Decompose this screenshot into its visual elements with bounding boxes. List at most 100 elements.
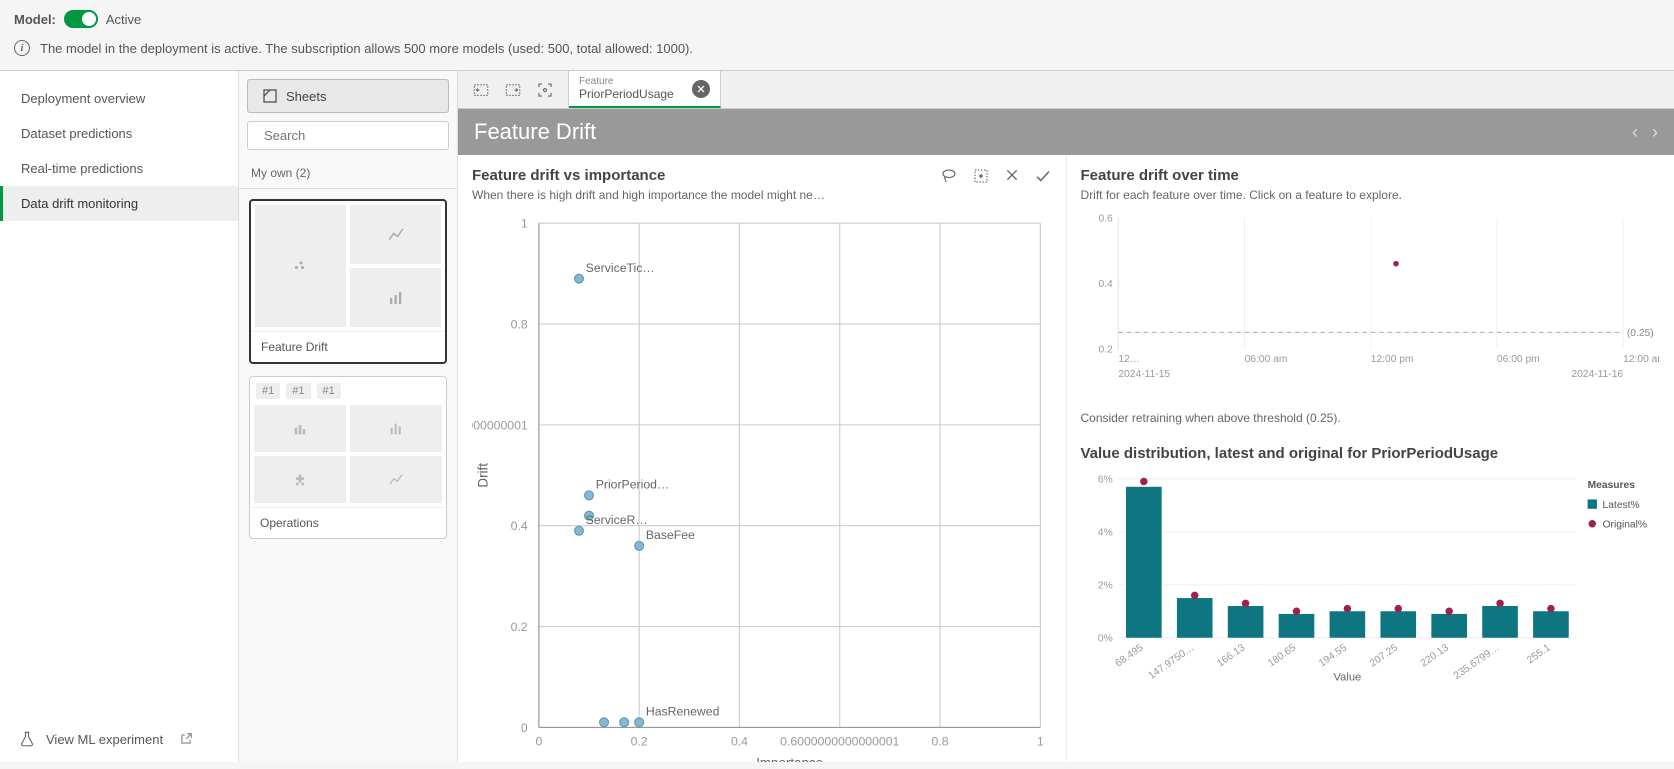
my-own-label: My own (2)	[239, 158, 457, 189]
model-label: Model:	[14, 12, 56, 27]
svg-text:PriorPeriod…: PriorPeriod…	[596, 478, 670, 492]
content-area: Feature PriorPeriodUsage Feature Drift ‹…	[458, 71, 1674, 762]
select-icon[interactable]	[972, 167, 990, 190]
svg-text:Original%: Original%	[1602, 519, 1647, 530]
svg-text:207.25: 207.25	[1367, 642, 1399, 669]
svg-text:0.6: 0.6	[1098, 214, 1113, 225]
info-icon: i	[14, 40, 30, 56]
tab-value: PriorPeriodUsage	[579, 87, 674, 101]
confirm-icon[interactable]	[1034, 167, 1052, 190]
svg-text:12:00 pm: 12:00 pm	[1370, 354, 1413, 365]
svg-text:Drift: Drift	[476, 463, 491, 488]
svg-text:Value: Value	[1333, 672, 1361, 684]
thumb-cell-scatter	[255, 205, 346, 327]
svg-text:Measures: Measures	[1587, 480, 1635, 491]
search-input[interactable]	[264, 128, 440, 143]
svg-text:255.1: 255.1	[1525, 642, 1553, 666]
svg-text:BaseFee: BaseFee	[646, 528, 695, 542]
svg-text:0.6000000000000001: 0.6000000000000001	[780, 734, 899, 748]
svg-text:ServiceR…: ServiceR…	[586, 513, 648, 527]
feature-tab[interactable]: Feature PriorPeriodUsage	[569, 71, 721, 108]
page-title: Feature Drift	[474, 119, 596, 145]
svg-text:06:00 am: 06:00 am	[1244, 354, 1287, 365]
nav-deployment-overview[interactable]: Deployment overview	[0, 81, 238, 116]
svg-text:0.4: 0.4	[731, 734, 748, 748]
info-message: The model in the deployment is active. T…	[40, 41, 693, 56]
svg-text:166.13: 166.13	[1215, 642, 1247, 669]
svg-text:4%: 4%	[1097, 528, 1112, 539]
thumb-tags: #1 #1 #1	[254, 381, 442, 401]
left-chart-subtitle: When there is high drift and high import…	[472, 188, 825, 202]
svg-text:06:00 pm: 06:00 pm	[1496, 354, 1539, 365]
scatter-plot[interactable]: 000.20.20.40.40.60000000000000010.600000…	[472, 212, 1052, 762]
left-nav: Deployment overview Dataset predictions …	[0, 71, 238, 762]
nav-real-time-predictions[interactable]: Real-time predictions	[0, 151, 238, 186]
prev-button[interactable]: ‹	[1632, 122, 1638, 143]
svg-text:(0.25): (0.25)	[1626, 328, 1653, 339]
view-ml-experiment-link[interactable]: View ML experiment	[0, 716, 238, 762]
svg-text:12…: 12…	[1118, 354, 1140, 365]
sheet-thumb-operations[interactable]: #1 #1 #1 Operations	[249, 376, 447, 539]
thumb-cell-line	[350, 205, 441, 264]
tab-close-button[interactable]	[692, 80, 710, 98]
collapse-icon[interactable]	[472, 81, 490, 99]
retrain-note: Consider retraining when above threshold…	[1081, 411, 1661, 425]
svg-text:0.4: 0.4	[1098, 279, 1113, 290]
svg-text:194.55: 194.55	[1317, 642, 1349, 669]
title-bar: Feature Drift ‹ ›	[458, 109, 1674, 155]
svg-text:0: 0	[521, 721, 528, 735]
svg-text:0.2: 0.2	[511, 620, 528, 634]
svg-text:0%: 0%	[1097, 633, 1112, 644]
right-chart-title: Feature drift over time	[1081, 167, 1661, 184]
focus-icon[interactable]	[536, 81, 554, 99]
dist-chart-title: Value distribution, latest and original …	[1081, 445, 1661, 462]
right-chart-subtitle: Drift for each feature over time. Click …	[1081, 188, 1661, 202]
svg-text:0.2: 0.2	[1098, 344, 1113, 355]
thumb-cell-bar	[350, 268, 441, 327]
svg-text:0.2: 0.2	[631, 734, 648, 748]
svg-text:1: 1	[1037, 734, 1044, 748]
svg-text:Latest%: Latest%	[1602, 500, 1639, 511]
external-link-icon	[179, 732, 193, 746]
tab-small-label: Feature	[579, 76, 674, 87]
svg-text:HasRenewed: HasRenewed	[646, 705, 720, 719]
chart-toolbar	[940, 167, 1052, 190]
sheet-thumb-feature-drift[interactable]: Feature Drift	[249, 199, 447, 364]
svg-text:0.8: 0.8	[511, 317, 528, 331]
time-chart[interactable]: 0.2 0.4 0.6 12… 06:00 am 12:00 pm 06:00 pm 12:0…	[1081, 202, 1661, 405]
svg-text:Importance: Importance	[756, 756, 823, 762]
lasso-icon[interactable]	[940, 167, 958, 190]
sheet-thumb-label: Feature Drift	[251, 331, 445, 362]
svg-text:147.9750…: 147.9750…	[1146, 642, 1196, 681]
svg-text:2%: 2%	[1097, 581, 1112, 592]
svg-text:68.495: 68.495	[1113, 642, 1145, 669]
svg-text:235.6799…: 235.6799…	[1451, 642, 1501, 681]
model-toggle[interactable]	[64, 10, 98, 28]
right-chart-panel: Feature drift over time Drift for each f…	[1067, 155, 1674, 762]
svg-text:ServiceTic…: ServiceTic…	[586, 261, 655, 275]
svg-text:2024-11-15: 2024-11-15	[1118, 369, 1170, 380]
flask-icon	[18, 730, 36, 748]
svg-text:2024-11-16: 2024-11-16	[1571, 369, 1623, 380]
svg-text:0.8: 0.8	[932, 734, 949, 748]
svg-text:0.6000000000000001: 0.6000000000000001	[472, 418, 528, 432]
clear-icon[interactable]	[1004, 167, 1020, 190]
left-chart-panel: Feature drift vs importance When there i…	[458, 155, 1067, 762]
dist-chart[interactable]: 0% 2% 4% 6% 68.495147.9750… 166.13 180.65 194.5…	[1081, 462, 1661, 750]
sheets-panel: Sheets My own (2) Featur	[238, 71, 458, 762]
topbar: Model: Active	[0, 0, 1674, 34]
left-chart-title: Feature drift vs importance	[472, 167, 825, 184]
sheet-thumb-label: Operations	[250, 507, 446, 538]
expand-icon[interactable]	[504, 81, 522, 99]
model-status: Active	[106, 12, 141, 27]
svg-text:220.13: 220.13	[1418, 642, 1450, 669]
next-button[interactable]: ›	[1652, 122, 1658, 143]
svg-text:12:00 am: 12:00 am	[1623, 354, 1660, 365]
nav-dataset-predictions[interactable]: Dataset predictions	[0, 116, 238, 151]
svg-text:6%: 6%	[1097, 475, 1112, 486]
nav-data-drift-monitoring[interactable]: Data drift monitoring	[0, 186, 238, 221]
sheets-button[interactable]: Sheets	[247, 79, 449, 113]
svg-text:0.4: 0.4	[511, 519, 528, 533]
svg-text:1: 1	[521, 217, 528, 231]
svg-text:180.65: 180.65	[1266, 642, 1298, 669]
